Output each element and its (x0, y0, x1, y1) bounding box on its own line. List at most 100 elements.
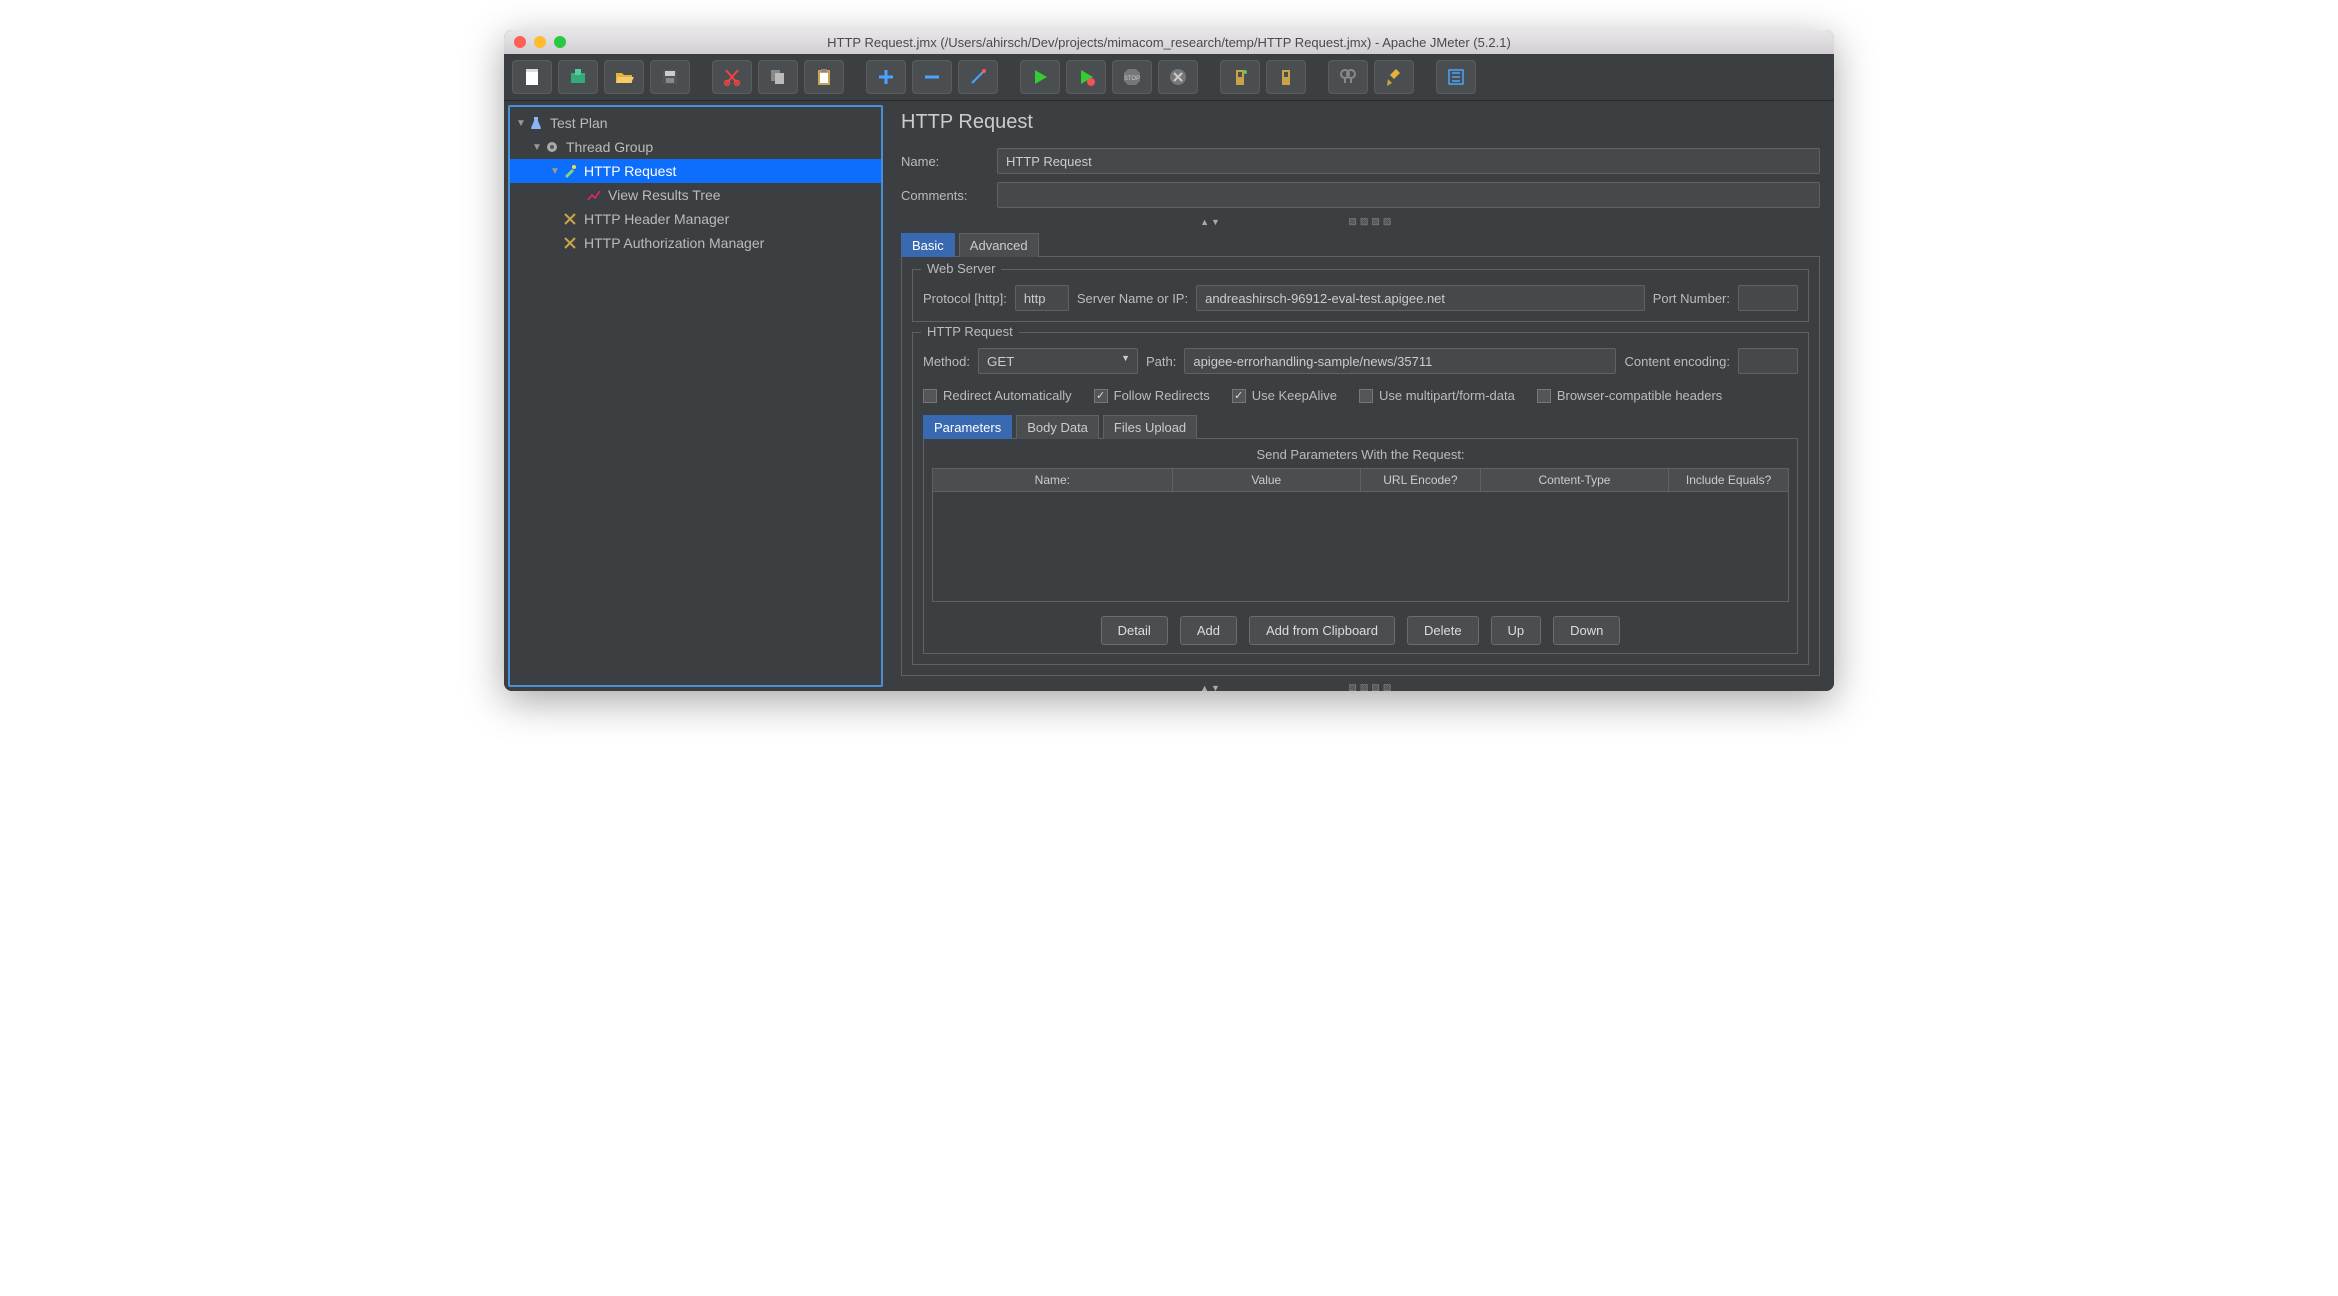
paste-button[interactable] (804, 60, 844, 94)
window-title: HTTP Request.jmx (/Users/ahirsch/Dev/pro… (504, 35, 1834, 50)
port-label: Port Number: (1653, 291, 1730, 306)
new-button[interactable] (512, 60, 552, 94)
tab-parameters[interactable]: Parameters (923, 415, 1012, 439)
tree-label: Test Plan (550, 115, 608, 131)
minimize-window-button[interactable] (534, 36, 546, 48)
tree-label: View Results Tree (608, 187, 721, 203)
app-window: HTTP Request.jmx (/Users/ahirsch/Dev/pro… (504, 30, 1834, 691)
param-table: Name: Value URL Encode? Content-Type Inc… (932, 468, 1789, 492)
col-urlenc[interactable]: URL Encode? (1360, 469, 1480, 492)
tree-node-header-mgr[interactable]: HTTP Header Manager (510, 207, 881, 231)
chart-icon (586, 187, 602, 203)
tree-label: HTTP Header Manager (584, 211, 729, 227)
add-button[interactable] (866, 60, 906, 94)
tree-label: HTTP Request (584, 163, 676, 179)
basic-panel: Web Server Protocol [http]: Server Name … (901, 256, 1820, 676)
port-input[interactable] (1738, 285, 1798, 311)
wrench-icon (562, 235, 578, 251)
save-button[interactable] (650, 60, 690, 94)
add-clipboard-button[interactable]: Add from Clipboard (1249, 616, 1395, 645)
divider-grip[interactable]: ▲▼▨▨▨▨ (901, 216, 1820, 227)
search-button[interactable] (1328, 60, 1368, 94)
remove-button[interactable] (912, 60, 952, 94)
broom-button[interactable] (1374, 60, 1414, 94)
path-input[interactable] (1184, 348, 1616, 374)
name-label: Name: (901, 154, 997, 169)
window-controls (514, 36, 566, 48)
up-button[interactable]: Up (1491, 616, 1542, 645)
titlebar: HTTP Request.jmx (/Users/ahirsch/Dev/pro… (504, 30, 1834, 54)
tree-label: Thread Group (566, 139, 653, 155)
http-request-fieldset: HTTP Request Method: GET Path: Content e… (912, 332, 1809, 665)
param-buttons: Detail Add Add from Clipboard Delete Up … (932, 616, 1789, 645)
web-server-fieldset: Web Server Protocol [http]: Server Name … (912, 269, 1809, 322)
http-request-legend: HTTP Request (921, 324, 1019, 339)
gear-icon (544, 139, 560, 155)
keepalive-checkbox[interactable]: ✓Use KeepAlive (1232, 388, 1337, 403)
tab-advanced[interactable]: Advanced (959, 233, 1039, 257)
templates-button[interactable] (558, 60, 598, 94)
start-button[interactable] (1020, 60, 1060, 94)
main-split: ▼ Test Plan ▼ Thread Group ▼ HTTP Reques… (504, 101, 1834, 691)
editor-panel: HTTP Request Name: Comments: ▲▼▨▨▨▨ Basi… (887, 101, 1834, 691)
cut-button[interactable] (712, 60, 752, 94)
chevron-down-icon: ▼ (532, 142, 544, 153)
tree-node-view-results[interactable]: View Results Tree (510, 183, 881, 207)
down-button[interactable]: Down (1553, 616, 1620, 645)
protocol-input[interactable] (1015, 285, 1069, 311)
param-table-body[interactable] (932, 492, 1789, 602)
tab-files-upload[interactable]: Files Upload (1103, 415, 1197, 439)
tree-node-test-plan[interactable]: ▼ Test Plan (510, 111, 881, 135)
follow-redirects-checkbox[interactable]: ✓Follow Redirects (1094, 388, 1210, 403)
tree-node-auth-mgr[interactable]: HTTP Authorization Manager (510, 231, 881, 255)
copy-button[interactable] (758, 60, 798, 94)
clear-button[interactable] (1220, 60, 1260, 94)
page-title: HTTP Request (901, 111, 1820, 134)
encoding-input[interactable] (1738, 348, 1798, 374)
zoom-window-button[interactable] (554, 36, 566, 48)
multipart-checkbox[interactable]: Use multipart/form-data (1359, 388, 1515, 403)
clear-all-button[interactable] (1266, 60, 1306, 94)
close-window-button[interactable] (514, 36, 526, 48)
flask-icon (528, 115, 544, 131)
col-ctype[interactable]: Content-Type (1480, 469, 1668, 492)
tree-panel[interactable]: ▼ Test Plan ▼ Thread Group ▼ HTTP Reques… (508, 105, 883, 687)
stop-button[interactable]: STOP (1112, 60, 1152, 94)
chevron-down-icon: ▼ (550, 166, 562, 177)
server-label: Server Name or IP: (1077, 291, 1188, 306)
tab-basic[interactable]: Basic (901, 233, 955, 257)
web-server-legend: Web Server (921, 261, 1001, 276)
svg-text:STOP: STOP (1124, 76, 1140, 82)
tab-body-data[interactable]: Body Data (1016, 415, 1099, 439)
path-label: Path: (1146, 354, 1176, 369)
pipette-icon (562, 163, 578, 179)
server-input[interactable] (1196, 285, 1645, 311)
add-param-button[interactable]: Add (1180, 616, 1237, 645)
wand-button[interactable] (958, 60, 998, 94)
wrench-icon (562, 211, 578, 227)
divider-grip-bottom[interactable]: ▲▼▨▨▨▨ (901, 682, 1820, 691)
protocol-label: Protocol [http]: (923, 291, 1007, 306)
detail-button[interactable]: Detail (1101, 616, 1168, 645)
method-select[interactable]: GET (978, 348, 1138, 374)
chevron-down-icon: ▼ (516, 118, 528, 129)
parameters-panel: Send Parameters With the Request: Name: … (923, 438, 1798, 654)
tree-node-http-request[interactable]: ▼ HTTP Request (510, 159, 881, 183)
browser-compat-checkbox[interactable]: Browser-compatible headers (1537, 388, 1722, 403)
config-tabs: Basic Advanced (901, 233, 1820, 257)
comments-input[interactable] (997, 182, 1820, 208)
toolbar: STOP (504, 54, 1834, 101)
col-inceq[interactable]: Include Equals? (1669, 469, 1789, 492)
encoding-label: Content encoding: (1624, 354, 1730, 369)
param-table-title: Send Parameters With the Request: (932, 447, 1789, 462)
col-name[interactable]: Name: (933, 469, 1173, 492)
tree-node-thread-group[interactable]: ▼ Thread Group (510, 135, 881, 159)
open-button[interactable] (604, 60, 644, 94)
shutdown-button[interactable] (1158, 60, 1198, 94)
toggle-button[interactable] (1436, 60, 1476, 94)
redirect-auto-checkbox[interactable]: Redirect Automatically (923, 388, 1072, 403)
delete-button[interactable]: Delete (1407, 616, 1479, 645)
name-input[interactable] (997, 148, 1820, 174)
start-notimers-button[interactable] (1066, 60, 1106, 94)
col-value[interactable]: Value (1172, 469, 1360, 492)
